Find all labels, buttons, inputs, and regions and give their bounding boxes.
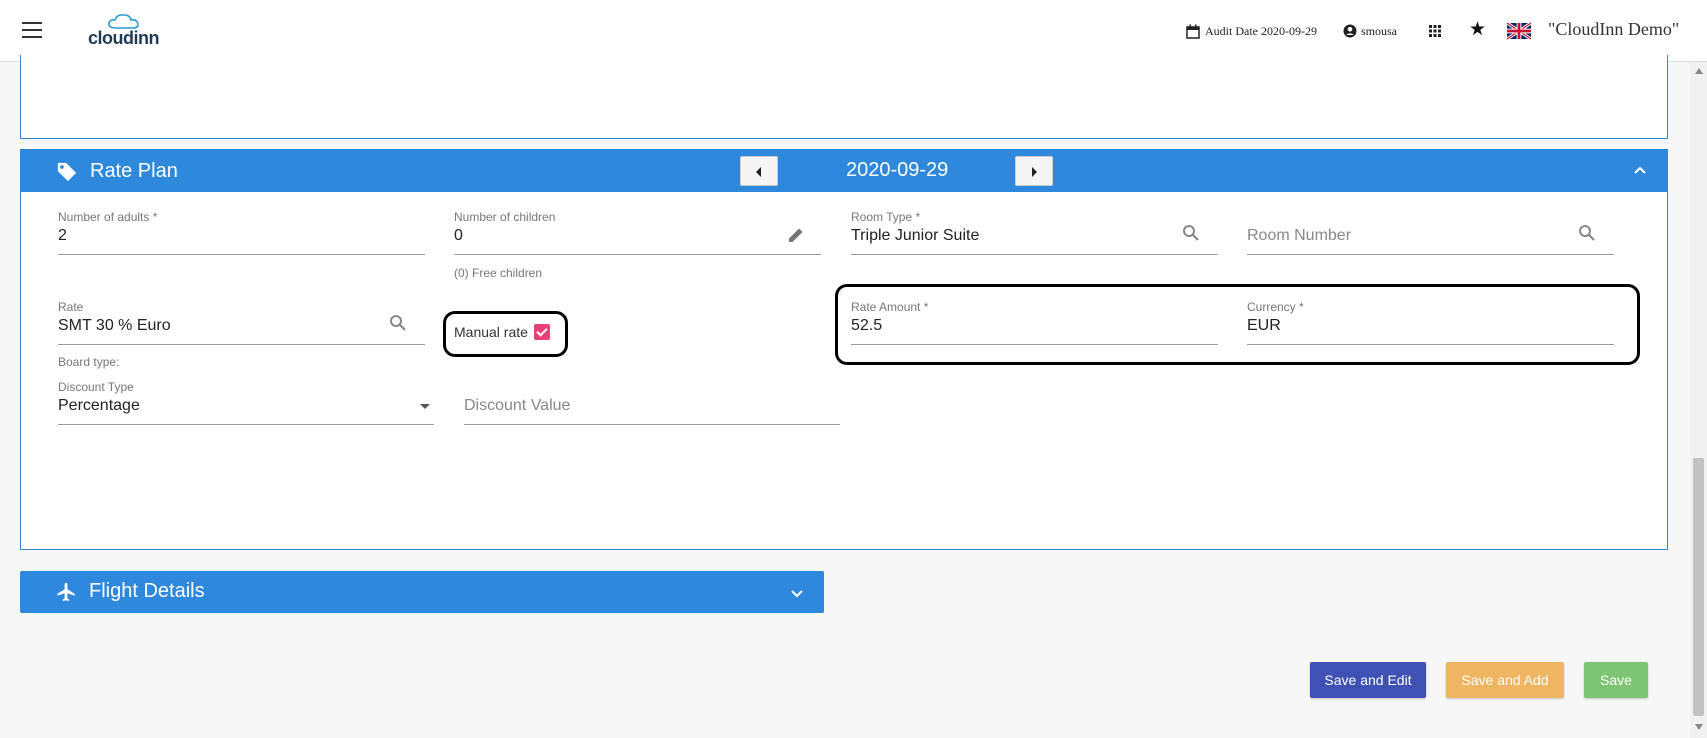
rate-value: SMT 30 % Euro [58, 317, 171, 334]
rate-plan-title: Rate Plan [90, 160, 178, 182]
adults-field[interactable]: Number of adults * 2 [58, 210, 425, 260]
children-label: Number of children [454, 210, 556, 224]
audit-date-text: Audit Date 2020-09-29 [1205, 23, 1317, 38]
audit-date[interactable]: Audit Date 2020-09-29 [1186, 0, 1317, 62]
rate-label: Rate [58, 300, 84, 314]
adults-value: 2 [58, 227, 67, 244]
discount-type-value: Percentage [58, 397, 140, 414]
room-type-label: Room Type * [851, 210, 921, 224]
search-icon[interactable] [1578, 224, 1596, 242]
username: smousa [1361, 23, 1397, 38]
manual-rate-label: Manual rate [454, 324, 528, 340]
children-value: 0 [454, 227, 463, 244]
save-and-add-button[interactable]: Save and Add [1446, 662, 1564, 698]
apps-grid-icon[interactable] [1428, 24, 1442, 38]
tag-icon [57, 162, 77, 182]
search-icon[interactable] [1182, 224, 1200, 242]
room-number-field[interactable]: Room Number [1247, 210, 1614, 260]
children-field[interactable]: Number of children 0 [454, 210, 821, 260]
star-icon[interactable]: ★ [1469, 18, 1486, 41]
flight-details-title: Flight Details [89, 580, 205, 602]
pencil-icon[interactable] [787, 226, 805, 244]
currency-label: Currency * [1247, 300, 1304, 314]
discount-type-label: Discount Type [58, 380, 134, 394]
hotel-name[interactable]: "CloudInn Demo" [1548, 19, 1679, 40]
top-bar: cloudinn Audit Date 2020-09-29 smousa ★ [0, 0, 1707, 62]
currency-field[interactable]: Currency * EUR [1247, 300, 1614, 350]
room-type-value: Triple Junior Suite [851, 227, 980, 244]
next-date-button[interactable] [1015, 156, 1053, 186]
save-button[interactable]: Save [1584, 662, 1648, 698]
chevron-up-icon[interactable] [1633, 163, 1647, 177]
dropdown-arrow-icon[interactable] [420, 404, 430, 409]
airplane-icon [57, 582, 75, 602]
cloudinn-logo[interactable]: cloudinn [88, 14, 174, 48]
arrow-right-icon [1032, 167, 1037, 177]
rate-amount-value: 52.5 [851, 317, 883, 334]
manual-rate-control[interactable]: Manual rate [454, 324, 550, 340]
room-type-field[interactable]: Room Type * Triple Junior Suite [851, 210, 1218, 260]
scrollbar-thumb[interactable] [1693, 458, 1704, 716]
previous-date-button[interactable] [740, 156, 778, 186]
room-number-placeholder: Room Number [1247, 227, 1352, 244]
rate-amount-label: Rate Amount * [851, 300, 929, 314]
scroll-down-arrow-icon[interactable] [1695, 724, 1703, 730]
arrow-left-icon [756, 167, 761, 177]
rate-plan-header[interactable]: Rate Plan 2020-09-29 [21, 150, 1667, 192]
rate-amount-field[interactable]: Rate Amount * 52.5 [851, 300, 1218, 350]
board-type-label: Board type: [58, 355, 120, 369]
uk-flag-icon[interactable] [1507, 22, 1531, 40]
flight-details-panel[interactable]: Flight Details [20, 571, 824, 613]
discount-type-select[interactable]: Discount Type Percentage [58, 380, 434, 430]
account-circle-icon [1343, 24, 1357, 38]
user-menu[interactable]: smousa [1343, 0, 1397, 62]
scroll-up-arrow-icon[interactable] [1695, 68, 1703, 74]
previous-panel [20, 55, 1668, 139]
discount-value-placeholder: Discount Value [464, 397, 571, 414]
menu-icon[interactable] [22, 22, 42, 38]
rate-plan-date: 2020-09-29 [846, 159, 949, 181]
free-children-hint: (0) Free children [454, 266, 543, 280]
rate-field[interactable]: Rate SMT 30 % Euro [58, 300, 425, 350]
save-and-edit-button[interactable]: Save and Edit [1310, 662, 1426, 698]
chevron-down-icon[interactable] [790, 587, 804, 601]
logo-text: cloudinn [88, 28, 160, 48]
calendar-icon [1186, 24, 1200, 39]
adults-label: Number of adults * [58, 210, 158, 224]
currency-value: EUR [1247, 317, 1281, 334]
search-icon[interactable] [389, 314, 407, 332]
discount-value-field[interactable]: Discount Value [464, 380, 840, 430]
manual-rate-checkbox[interactable] [533, 324, 550, 340]
